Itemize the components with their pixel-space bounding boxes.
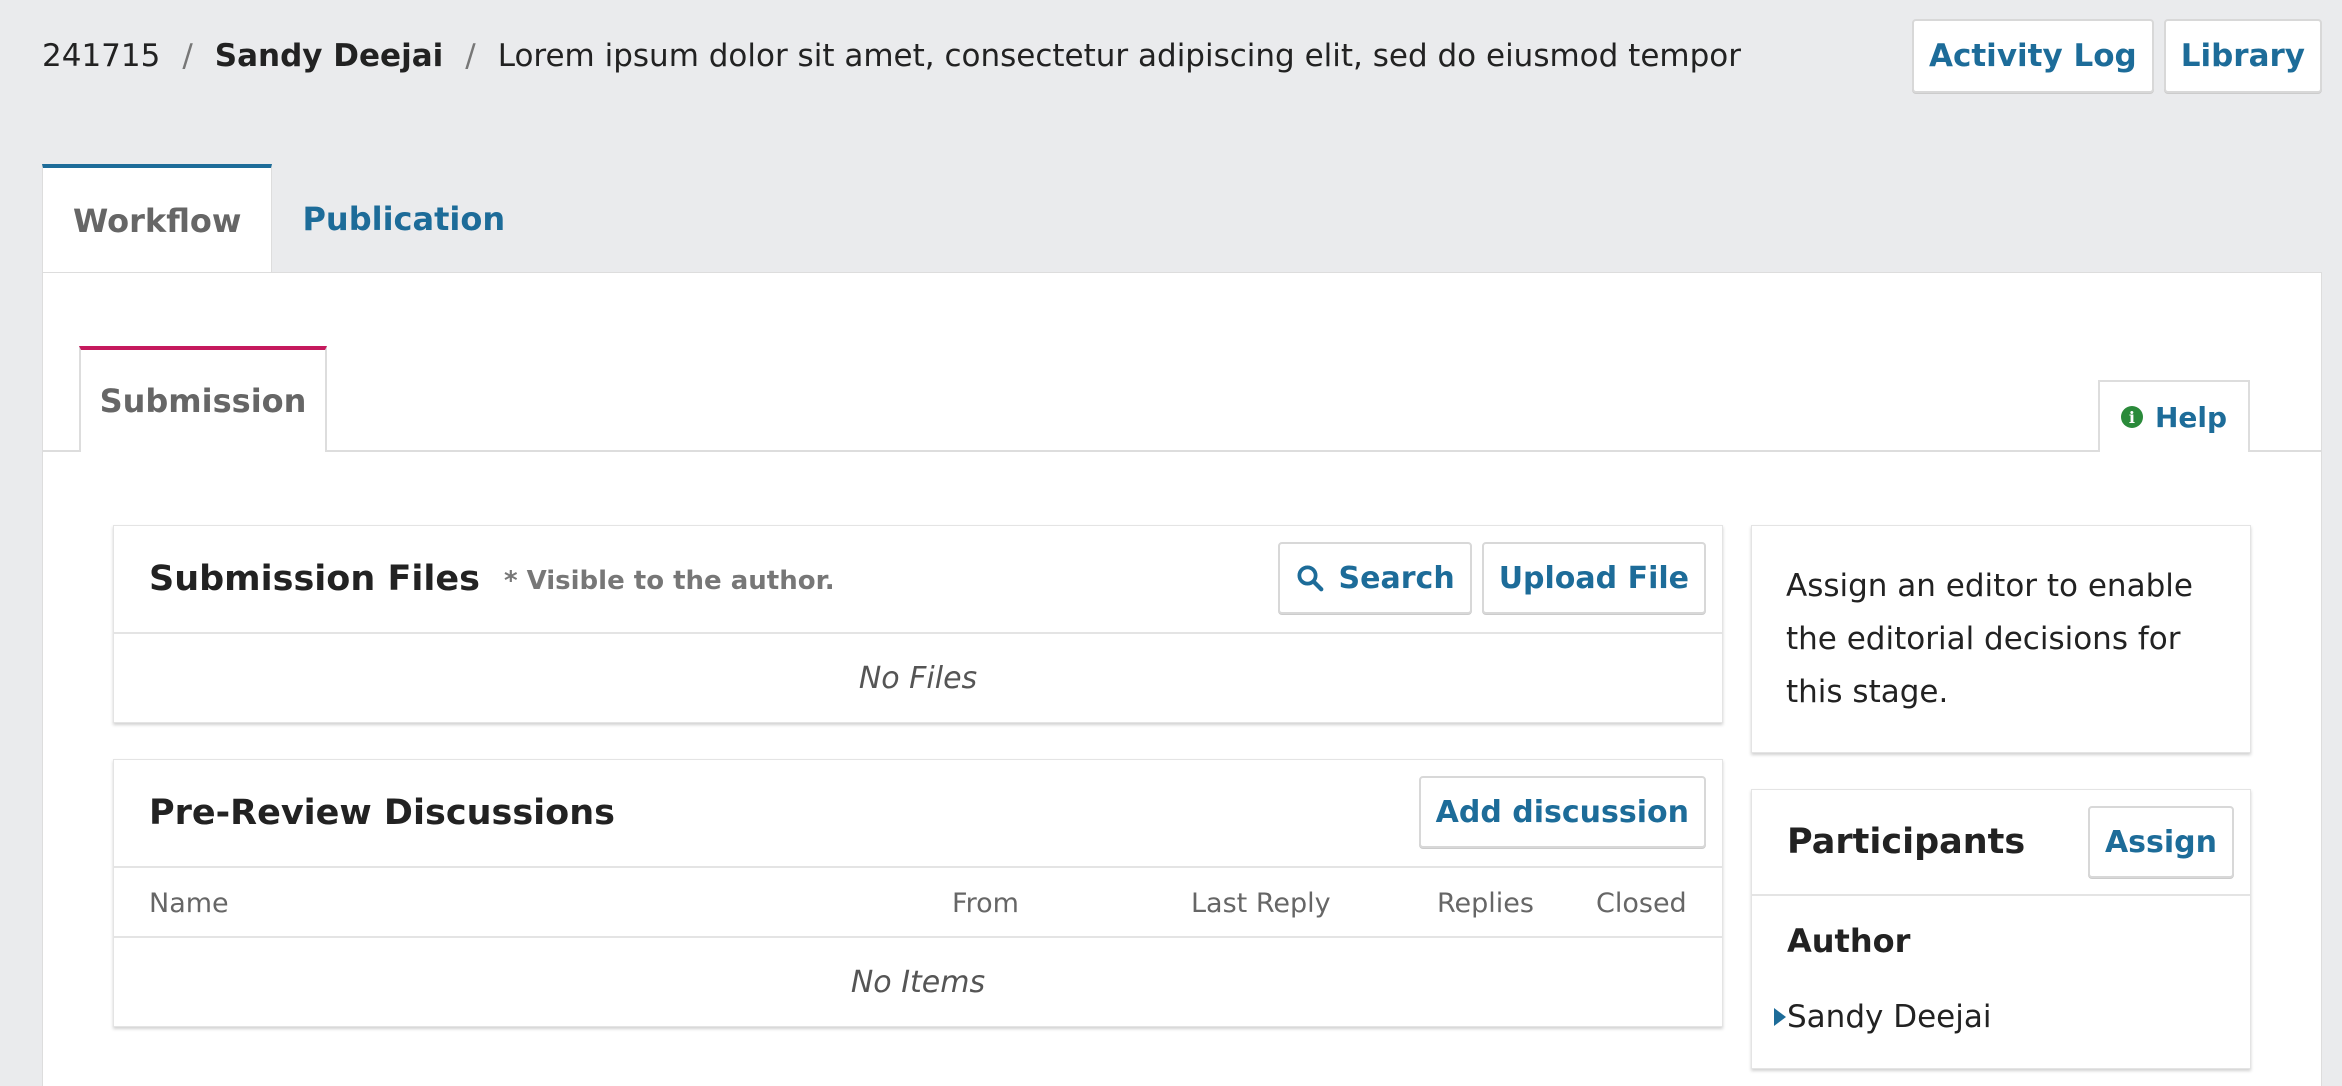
- breadcrumb-separator: /: [182, 38, 193, 74]
- participant-role-author: Author: [1787, 922, 1911, 960]
- column-from: From: [952, 888, 1019, 919]
- library-button[interactable]: Library: [2163, 19, 2322, 93]
- add-discussion-button[interactable]: Add discussion: [1418, 776, 1706, 848]
- search-files-button[interactable]: Search: [1277, 542, 1472, 614]
- participant-item[interactable]: Sandy Deejai: [1752, 984, 2250, 1050]
- participants-title: Participants: [1787, 822, 2026, 862]
- column-last-reply: Last Reply: [1191, 888, 1331, 919]
- workflow-panel: Submission i Help Submission Files * Vis…: [42, 272, 2322, 1086]
- column-closed: Closed: [1596, 888, 1687, 919]
- visibility-note: * Visible to the author.: [503, 566, 835, 596]
- breadcrumb-separator: /: [465, 38, 476, 74]
- discussions-card: Pre-Review Discussions Add discussion Na…: [113, 759, 1723, 1027]
- search-icon: [1297, 565, 1323, 592]
- header-actions: Activity Log Library: [1912, 19, 2322, 93]
- assign-participant-button[interactable]: Assign: [2087, 806, 2234, 878]
- participants-header: Participants Assign: [1752, 790, 2250, 896]
- main-tabs: Workflow Publication: [42, 164, 535, 274]
- submission-title: Lorem ipsum dolor sit amet, consectetur …: [497, 38, 1741, 74]
- column-replies: Replies: [1437, 888, 1534, 919]
- participant-name: Sandy Deejai: [1787, 999, 1992, 1035]
- info-icon: i: [2120, 406, 2143, 428]
- help-label: Help: [2154, 400, 2228, 434]
- submission-files-header: Submission Files * Visible to the author…: [114, 526, 1722, 634]
- discussions-table-header: Name From Last Reply Replies Closed: [114, 868, 1722, 938]
- activity-log-button[interactable]: Activity Log: [1912, 19, 2154, 93]
- participants-card: Participants Assign Author Sandy Deejai: [1751, 789, 2251, 1069]
- stage-tabs-divider: [43, 450, 2321, 452]
- page-header: 241715 / Sandy Deejai / Lorem ipsum dolor si…: [0, 0, 2342, 114]
- participants-actions: Assign: [2087, 806, 2234, 878]
- search-label: Search: [1338, 560, 1455, 596]
- submission-files-actions: Search Upload File: [1277, 542, 1706, 614]
- help-button[interactable]: i Help: [2098, 380, 2250, 452]
- expand-triangle-icon[interactable]: [1774, 1008, 1786, 1026]
- submission-files-card: Submission Files * Visible to the author…: [113, 525, 1723, 723]
- tab-publication[interactable]: Publication: [272, 164, 535, 274]
- submission-files-title: Submission Files: [149, 559, 480, 599]
- submission-id: 241715: [42, 38, 161, 74]
- no-items-message: No Items: [850, 964, 986, 1000]
- column-name: Name: [149, 888, 229, 919]
- discussions-actions: Add discussion: [1418, 776, 1706, 848]
- no-files-message: No Files: [858, 660, 978, 696]
- tab-workflow[interactable]: Workflow: [42, 164, 273, 274]
- upload-file-button[interactable]: Upload File: [1481, 542, 1706, 614]
- editor-decision-notice: Assign an editor to enable the editorial…: [1751, 525, 2251, 753]
- discussions-title: Pre-Review Discussions: [149, 793, 615, 833]
- breadcrumb-author: Sandy Deejai: [214, 38, 444, 74]
- tab-submission[interactable]: Submission: [79, 346, 327, 452]
- discussions-header: Pre-Review Discussions Add discussion: [114, 760, 1722, 868]
- breadcrumb: 241715 / Sandy Deejai / Lorem ipsum dolor si…: [42, 36, 1741, 76]
- editor-notice-text: Assign an editor to enable the editorial…: [1786, 568, 2193, 710]
